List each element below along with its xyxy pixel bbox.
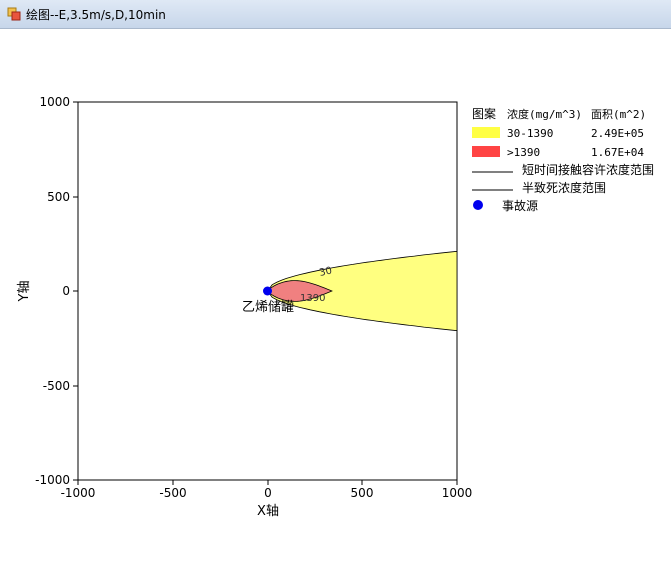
legend-swatch-red [472,146,500,157]
source-label: 乙烯储罐 [242,300,294,315]
legend-source-marker [473,200,483,210]
x-tick-label: -500 [159,486,186,500]
client-area: 30 1390 乙烯储罐 -1000 -500 0 500 1000 X轴 10… [0,29,671,567]
legend-line-label: 短时间接触容许浓度范围 [522,162,654,177]
contour-label-inner: 1390 [300,293,325,304]
x-tick-label: 1000 [442,486,473,500]
legend: 图案 浓度(mg/m^3) 面积(m^2) 30-1390 2.49E+05 >… [472,106,654,213]
app-icon [7,7,21,21]
y-axis: 1000 500 0 -500 -1000 Y轴 [17,95,78,487]
chart-canvas: 30 1390 乙烯储罐 -1000 -500 0 500 1000 X轴 10… [17,95,654,519]
legend-line-label: 半致死浓度范围 [522,180,606,195]
legend-range: 30-1390 [507,127,553,140]
legend-source-label: 事故源 [502,198,538,213]
y-tick-label: 500 [47,190,70,204]
title-bar: 绘图--E,3.5m/s,D,10min [0,0,671,29]
x-tick-label: -1000 [61,486,96,500]
legend-header-concentration: 浓度(mg/m^3) [507,107,582,121]
legend-area: 2.49E+05 [591,127,644,140]
source-point [263,286,272,296]
legend-header-pattern: 图案 [472,106,496,121]
y-tick-label: -1000 [35,473,70,487]
x-tick-label: 500 [351,486,374,500]
y-tick-label: -500 [43,379,70,393]
y-tick-label: 1000 [39,95,70,109]
y-axis-label: Y轴 [17,281,32,303]
x-tick-label: 0 [264,486,272,500]
x-axis-label: X轴 [257,504,279,519]
window-title: 绘图--E,3.5m/s,D,10min [26,8,166,22]
x-axis: -1000 -500 0 500 1000 X轴 [61,480,473,519]
legend-area: 1.67E+04 [591,146,644,159]
legend-swatch-yellow [472,127,500,138]
legend-range: >1390 [507,146,540,159]
y-tick-label: 0 [62,284,70,298]
legend-header-area: 面积(m^2) [591,108,646,121]
